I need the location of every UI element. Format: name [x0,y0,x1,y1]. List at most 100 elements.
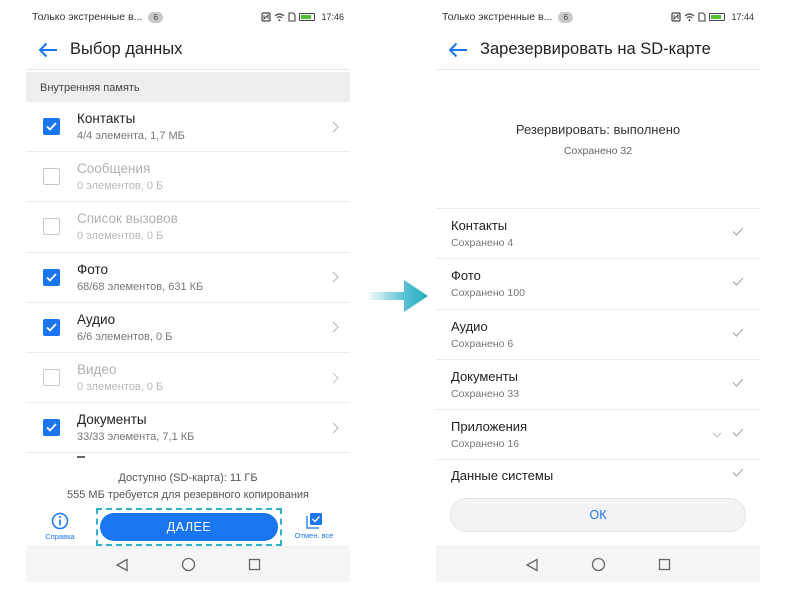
item-detail: 6/6 элементов, 0 Б [77,330,173,343]
notification-badge: 6 [148,12,164,23]
check-icon [46,122,57,131]
arrow-right-icon [368,280,428,312]
status-icons: 17:44 [671,12,754,22]
checkmark-icon [732,328,744,337]
checkmark-icon [732,428,744,438]
section-label: Внутренняя память [26,72,350,102]
back-button[interactable] [436,42,480,58]
back-button[interactable] [26,42,70,58]
clock: 17:46 [321,12,344,22]
item-name: Список вызовов [77,211,178,227]
check-icon [46,323,57,332]
list-item-documents[interactable]: Документы 33/33 элемента, 7,1 КБ [26,403,350,454]
nav-back-icon[interactable] [525,557,539,572]
item-name: Документы [451,369,519,385]
checkmark-icon [732,277,744,287]
result-item-system-data: Данные системы [436,460,760,490]
item-name: Приложения [451,419,528,435]
wifi-icon [275,13,285,22]
item-detail: 68/68 элементов, 631 КБ [77,280,204,293]
checkbox-checked[interactable] [43,118,60,136]
result-item-photos: Фото Сохранено 100 [436,259,760,310]
wifi-icon [685,13,695,22]
available-space: Доступно (SD-карта): 11 ГБ [118,472,258,484]
checkbox-checked[interactable] [43,419,60,437]
item-name: Фото [77,261,109,277]
storage-info: Доступно (SD-карта): 11 ГБ 555 МБ требуе… [26,470,350,504]
checkbox-checked[interactable] [43,268,60,286]
item-name: Фото [451,268,481,284]
backup-status: Резервировать: выполнено Сохранено 32 [436,122,760,157]
backup-result-screen: Только экстренные в... 6 17:44 Зарезервир… [436,4,760,582]
result-item-contacts: Контакты Сохранено 4 [436,209,760,260]
select-all-icon [305,513,322,529]
list-item-photos[interactable]: Фото 68/68 элементов, 631 КБ [26,253,350,303]
checkmark-icon [732,378,744,387]
battery-icon [299,13,316,21]
notification-badge: 6 [558,12,574,23]
item-name: Контакты [451,218,508,234]
carrier-text: Только экстренные в... 6 [32,11,261,23]
list-item-contacts[interactable]: Контакты 4/4 элемента, 1,7 МБ [26,102,350,153]
list-item-video[interactable]: Видео 0 элементов, 0 Б [26,353,350,404]
back-arrow-icon [448,42,467,57]
nav-recents-icon[interactable] [248,558,261,571]
nav-recents-icon[interactable] [658,558,671,571]
chevron-right-icon [320,372,350,384]
data-type-list: Контакты 4/4 элемента, 1,7 МБ Сообщения 0 … [26,102,350,454]
nav-home-icon[interactable] [181,557,196,572]
result-item-documents: Документы Сохранено 33 [436,360,760,411]
item-name: Аудио [451,318,488,334]
item-detail: 0 элементов, 0 Б [77,381,164,394]
page-title: Выбор данных [70,40,183,58]
item-detail: 0 элементов, 0 Б [77,230,164,243]
nfc-icon [261,12,272,22]
check-icon [46,423,57,433]
status-bar: Только экстренные в... 6 17:44 [436,4,760,30]
app-header: Выбор данных [26,30,350,70]
deselect-all-label: Отмен. все [294,531,334,540]
required-space: 555 МБ требуется для резервного копирова… [67,489,309,501]
nav-back-icon[interactable] [115,557,129,572]
item-name: Документы [77,412,147,428]
backup-result-count: Сохранено 32 [563,145,633,157]
list-item-messages[interactable]: Сообщения 0 элементов, 0 Б [26,152,350,203]
list-item-audio[interactable]: Аудио 6/6 элементов, 0 Б [26,303,350,353]
item-name: Аудио [77,311,116,327]
item-detail: 33/33 элемента, 7,1 КБ [77,431,195,444]
back-arrow-icon [38,42,57,57]
item-detail: Сохранено 100 [451,287,525,300]
item-name: Контакты [77,111,136,127]
help-button[interactable]: Справка [38,512,82,541]
checkbox-unchecked[interactable] [43,218,60,236]
nav-home-icon[interactable] [591,557,606,572]
checkbox-unchecked[interactable] [43,168,60,186]
page-title: Зарезервировать на SD-карте [480,40,711,58]
scroll-more-indicator [77,456,85,458]
system-nav-bar [26,546,350,582]
checkbox-unchecked[interactable] [43,369,60,387]
deselect-all-button[interactable]: Отмен. все [289,512,339,540]
ok-button[interactable]: ОК [450,498,746,532]
sim-icon [288,12,297,22]
chevron-right-icon [320,271,350,283]
chevron-down-icon [712,432,722,438]
backup-results-list: Контакты Сохранено 4 Фото Сохранено 100 Ау… [436,208,760,490]
item-detail: Сохранено 33 [451,388,520,401]
list-item-call-log[interactable]: Список вызовов 0 элементов, 0 Б [26,202,350,253]
checkbox-checked[interactable] [43,318,60,336]
battery-icon [709,13,726,21]
item-name: Сообщения [77,161,151,177]
next-button[interactable]: ДАЛЕЕ [100,513,278,541]
clock: 17:44 [731,12,754,22]
system-nav-bar [436,546,760,582]
backup-result-title: Резервировать: выполнено [515,122,681,137]
bottom-action-bar: Справка ДАЛЕЕ Отмен. все [26,506,350,550]
backup-select-screen: Только экстренные в... 6 17:46 Выбор данн… [26,4,350,582]
item-detail: Сохранено 6 [451,337,514,350]
sim-icon [698,12,707,22]
result-item-apps: Приложения Сохранено 16 [436,410,760,461]
result-item-audio: Аудио Сохранено 6 [436,310,760,360]
item-detail: Сохранено 4 [451,237,514,250]
carrier-text: Только экстренные в... 6 [442,11,671,23]
